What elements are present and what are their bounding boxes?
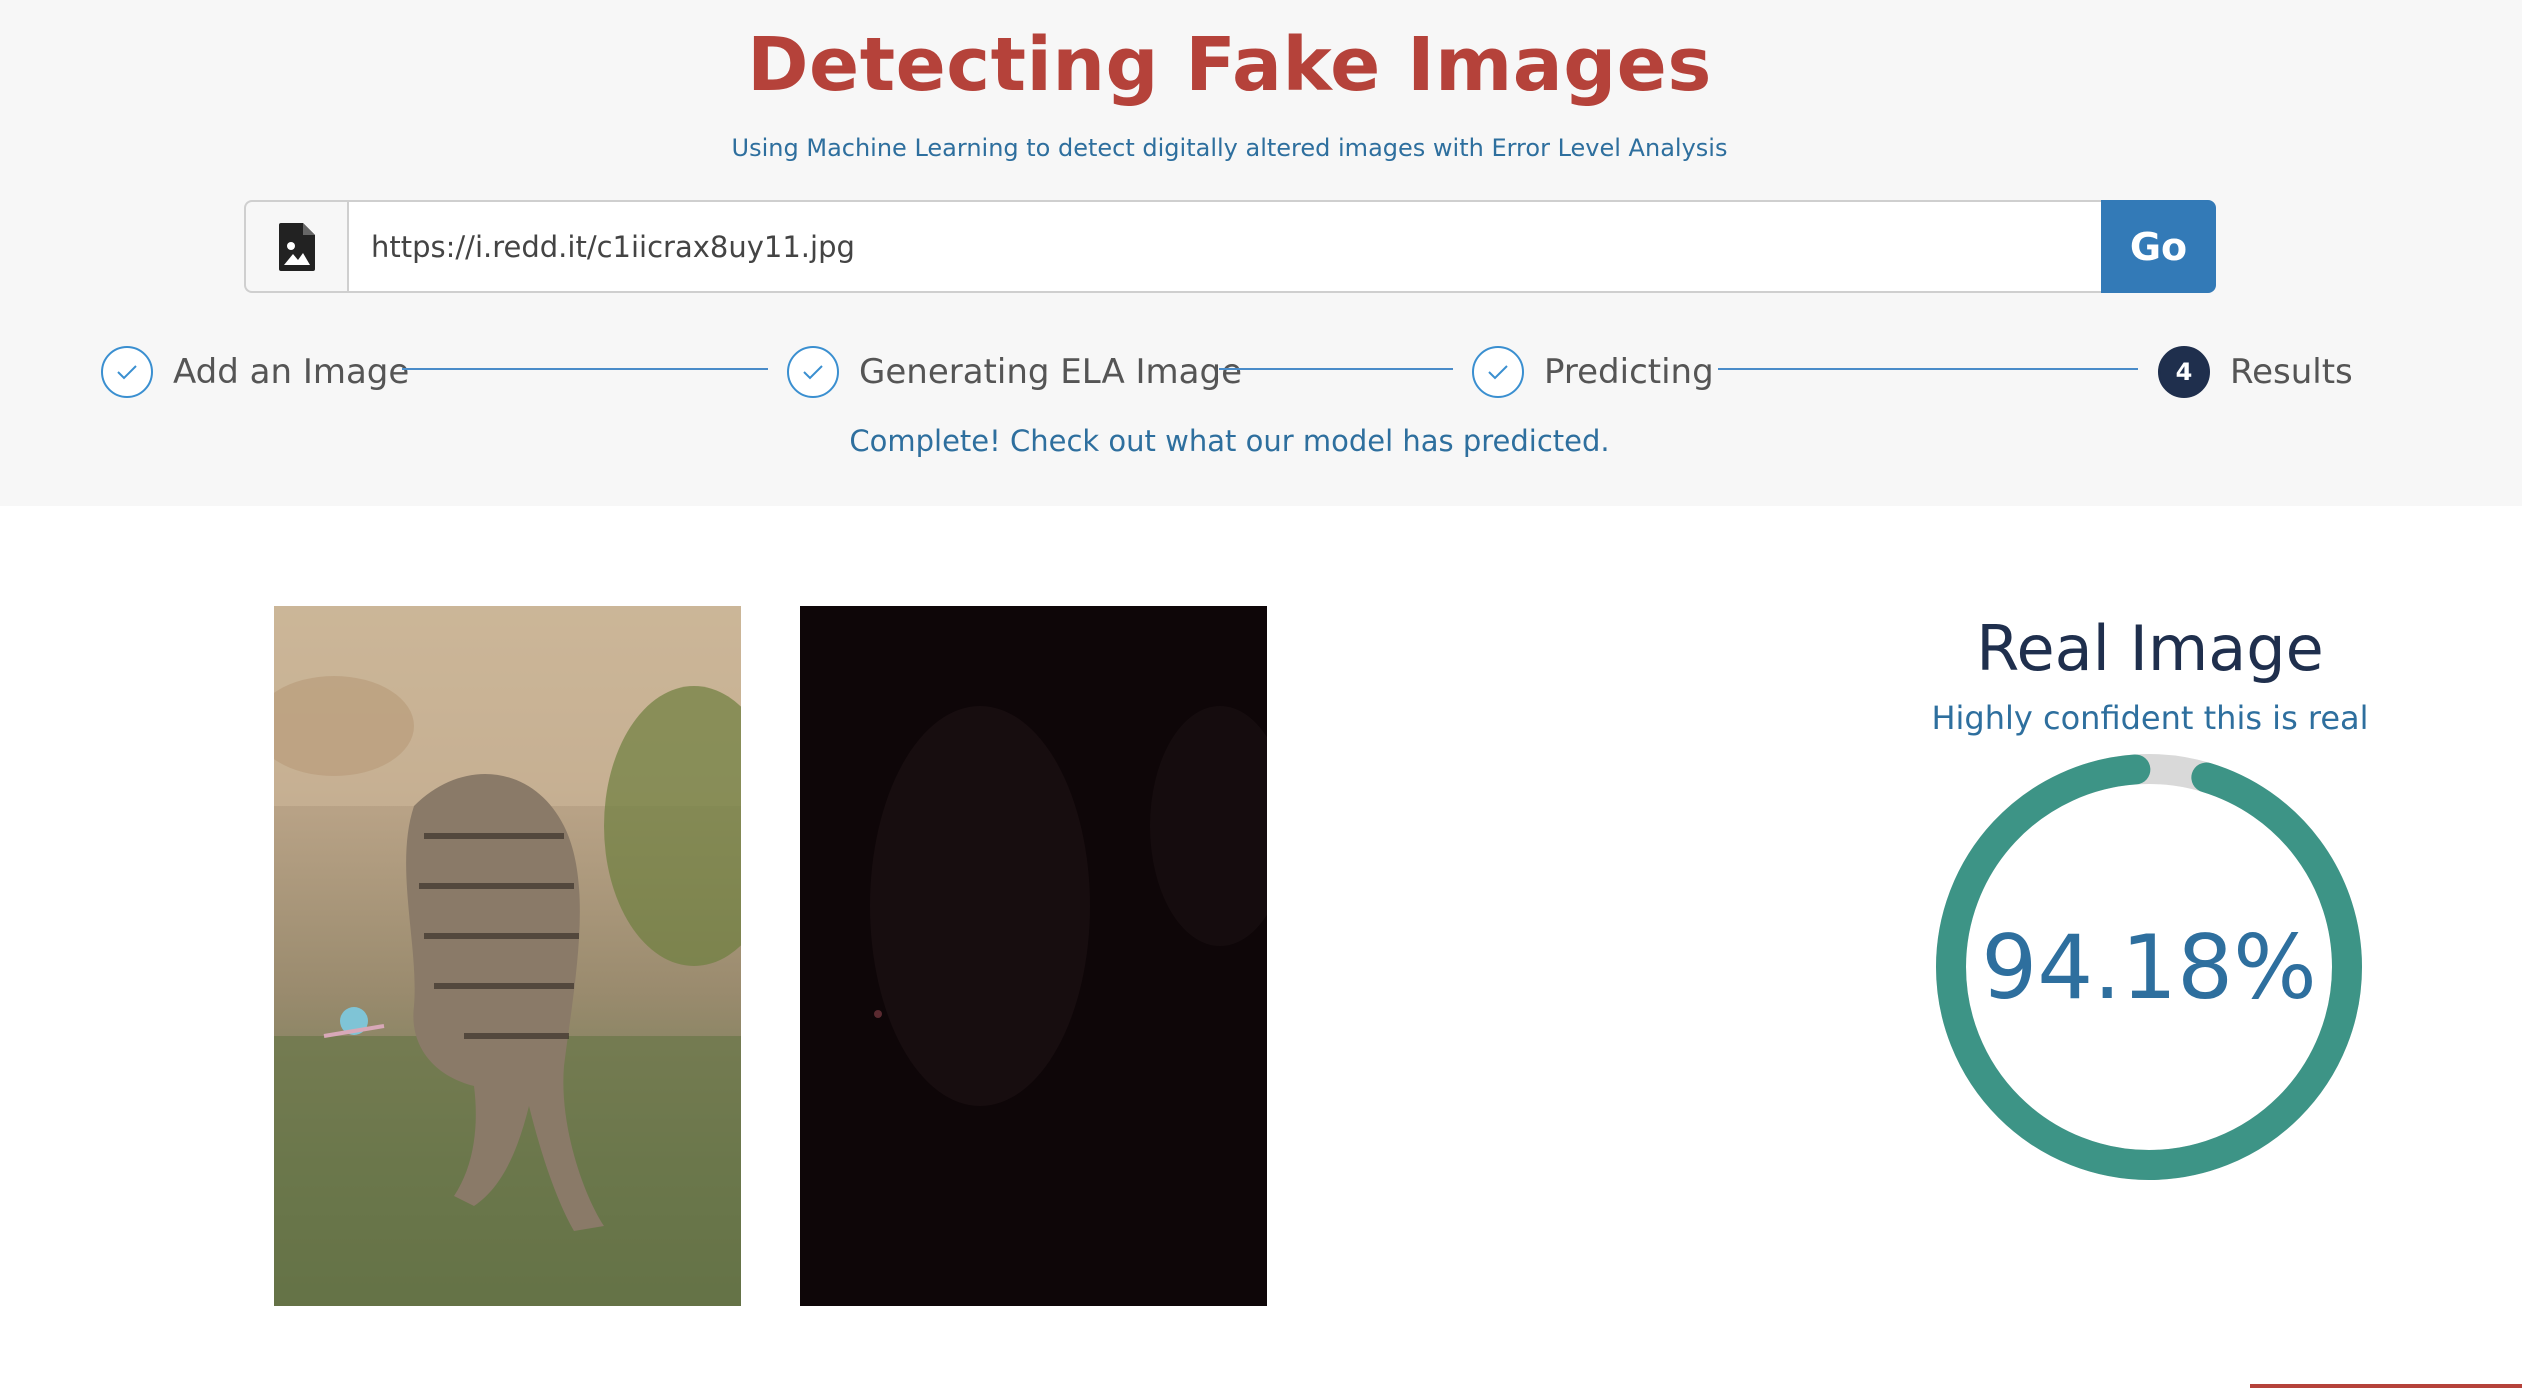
check-icon	[1472, 346, 1524, 398]
check-icon	[101, 346, 153, 398]
original-image	[274, 606, 741, 1306]
step-label: Predicting	[1544, 352, 1714, 392]
page-subtitle: Using Machine Learning to detect digital…	[731, 134, 1728, 162]
confidence-percentage: 94.18%	[1981, 915, 2317, 1019]
step-generating-ela: Generating ELA Image	[787, 340, 1242, 404]
step-label: Generating ELA Image	[859, 352, 1243, 392]
result-title: Real Image	[1976, 612, 2324, 685]
step-number-badge: 4	[2158, 346, 2210, 398]
ela-image	[800, 606, 1267, 1306]
file-upload-button[interactable]	[244, 200, 347, 293]
image-file-icon	[278, 222, 315, 271]
ela-output	[870, 706, 1267, 1106]
step-connector	[1219, 368, 1453, 370]
header-section: Detecting Fake Images Using Machine Lear…	[0, 0, 2522, 506]
step-connector	[1718, 368, 2138, 370]
result-panel: Real Image Highly confident this is real	[1900, 600, 2400, 737]
page-title: Detecting Fake Images	[747, 22, 1712, 108]
go-button[interactable]: Go	[2101, 200, 2216, 293]
cat-photo	[274, 606, 741, 1306]
bottom-accent-bar	[2250, 1384, 2522, 1388]
url-input[interactable]	[347, 200, 2106, 293]
result-subtitle: Highly confident this is real	[1931, 699, 2369, 737]
step-predicting: Predicting	[1472, 340, 1714, 404]
step-connector	[402, 368, 768, 370]
url-input-group: Go	[244, 200, 2216, 293]
step-add-image: Add an Image	[101, 340, 409, 404]
progress-stepper: Add an Image Generating ELA Image Predic…	[0, 340, 2522, 404]
status-message: Complete! Check out what our model has p…	[849, 424, 1610, 458]
check-icon	[787, 346, 839, 398]
step-label: Results	[2230, 352, 2353, 392]
step-label: Add an Image	[173, 352, 410, 392]
step-results: 4 Results	[2158, 340, 2353, 404]
